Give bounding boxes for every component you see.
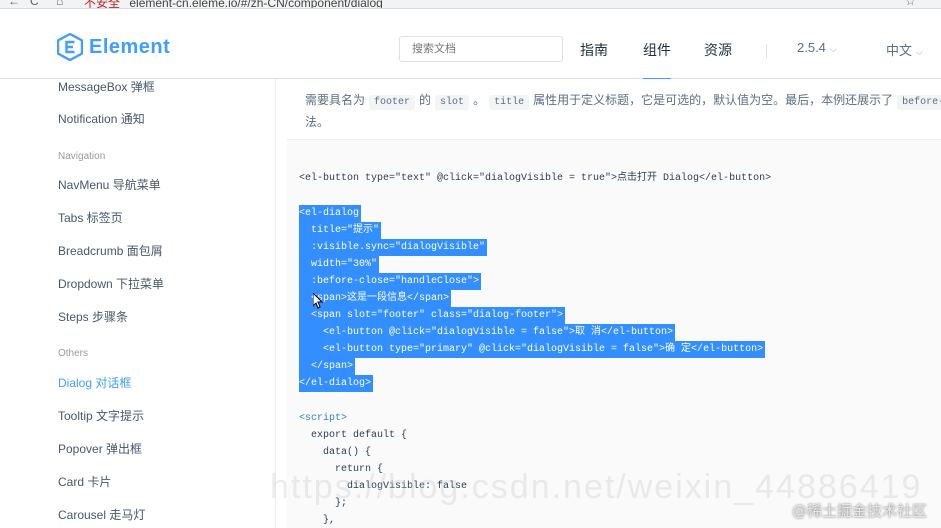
code-line: },	[299, 515, 336, 526]
sidebar-group-others: Others	[58, 348, 89, 359]
reload-icon[interactable]: C	[30, 0, 39, 8]
chevron-down-icon: ⌵	[829, 44, 837, 54]
code-line-selected: </el-dialog>	[299, 375, 374, 392]
code-line: <script>	[299, 413, 348, 424]
code-line-selected: width="30%"	[299, 256, 380, 273]
code-line: export default {	[299, 430, 408, 441]
security-warning: 不安全	[84, 0, 121, 9]
nav-guide[interactable]: 指南	[580, 40, 608, 60]
code-line-selected: <span slot="footer" class="dialog-footer…	[299, 307, 566, 324]
sidebar-item-card[interactable]: Card 卡片	[58, 473, 111, 490]
code-line-selected: :before-close="handleClose">	[299, 273, 482, 290]
element-logo-icon	[57, 33, 83, 61]
sidebar-item-dropdown[interactable]: Dropdown 下拉菜单	[58, 275, 164, 292]
sidebar-item-carousel[interactable]: Carousel 走马灯	[58, 506, 145, 523]
inline-code: footer	[369, 95, 416, 110]
nav-component[interactable]: 组件	[643, 40, 671, 60]
sidebar-item-breadcrumb[interactable]: Breadcrumb 面包屑	[58, 242, 163, 259]
code-line-selected: :visible.sync="dialogVisible"	[299, 239, 488, 256]
mouse-cursor-icon	[313, 293, 323, 309]
back-icon[interactable]: ←	[8, 0, 20, 8]
desc-text: 属性用于定义标题，它是可选的，默认值为空。最后，本例还展示了	[533, 93, 894, 107]
doc-content: 需要具名为 footer 的 slot。 title 属性用于定义标题，它是可选的，默认值…	[277, 79, 941, 528]
juejin-watermark: @稀土掘金技术社区	[792, 502, 928, 520]
desc-text: 。	[473, 93, 486, 107]
sidebar-item-popover[interactable]: Popover 弹出框	[58, 440, 142, 457]
component-sidebar: MessageBox 弹框 Notification 通知 Navigation…	[0, 79, 276, 528]
sidebar-item-tooltip[interactable]: Tooltip 文字提示	[58, 407, 144, 424]
version-label: 2.5.4	[797, 40, 826, 55]
nav-divider	[766, 44, 767, 58]
code-line-selected: <el-dialog	[299, 205, 362, 222]
version-select[interactable]: 2.5.4 ⌵	[797, 40, 837, 55]
sidebar-item-navmenu[interactable]: NavMenu 导航菜单	[58, 176, 161, 193]
code-line: <el-button type="text" @click="dialogVis…	[299, 173, 772, 184]
inline-code: slot	[435, 95, 470, 110]
sidebar-item-steps[interactable]: Steps 步骤条	[58, 308, 128, 325]
sidebar-item-notification[interactable]: Notification 通知	[58, 110, 145, 127]
description-line-2: 需要具名为 footer 的 slot。 title 属性用于定义标题，它是可选的，默认值…	[305, 91, 941, 110]
sidebar-item-dialog[interactable]: Dialog 对话框	[58, 374, 131, 391]
sidebar-item-messagebox[interactable]: MessageBox 弹框	[58, 78, 155, 95]
browser-toolbar: ← C ⌂ 不安全 element-cn.eleme.io/#/zh-CN/co…	[0, 0, 941, 9]
language-select[interactable]: 中文 ⌵	[886, 40, 923, 59]
chevron-down-icon: ⌵	[916, 47, 923, 57]
logo-text: Element	[89, 35, 171, 58]
code-line: data() {	[299, 447, 372, 458]
code-line-selected: <el-button type="primary" @click="dialog…	[299, 341, 766, 358]
url-text: element-cn.eleme.io/#/zh-CN/component/di…	[129, 0, 383, 9]
site-header: Element 指南 组件 资源 2.5.4⌵ 中文⌵	[0, 9, 941, 79]
sidebar-group-navigation: Navigation	[58, 151, 106, 162]
language-label: 中文	[886, 43, 913, 58]
code-line-selected: title="提示"	[299, 222, 382, 239]
description-line-3: 法。	[305, 115, 330, 129]
nav-resource[interactable]: 资源	[704, 40, 732, 60]
element-logo[interactable]: Element	[57, 33, 170, 61]
search-input[interactable]	[399, 36, 563, 62]
home-icon[interactable]: ⌂	[56, 0, 63, 8]
desc-text: 的	[419, 93, 432, 107]
inline-code: before-close	[897, 95, 941, 110]
code-line-selected: </span>	[299, 358, 356, 375]
inline-code: title	[489, 95, 530, 110]
code-line-selected: <el-button @click="dialogVisible = false…	[299, 324, 676, 341]
desc-text: 需要具名为	[305, 93, 366, 107]
sidebar-item-tabs[interactable]: Tabs 标签页	[58, 209, 123, 226]
bookmark-star-icon[interactable]: ☆	[905, 0, 916, 8]
address-bar[interactable]: 不安全 element-cn.eleme.io/#/zh-CN/componen…	[84, 0, 383, 9]
